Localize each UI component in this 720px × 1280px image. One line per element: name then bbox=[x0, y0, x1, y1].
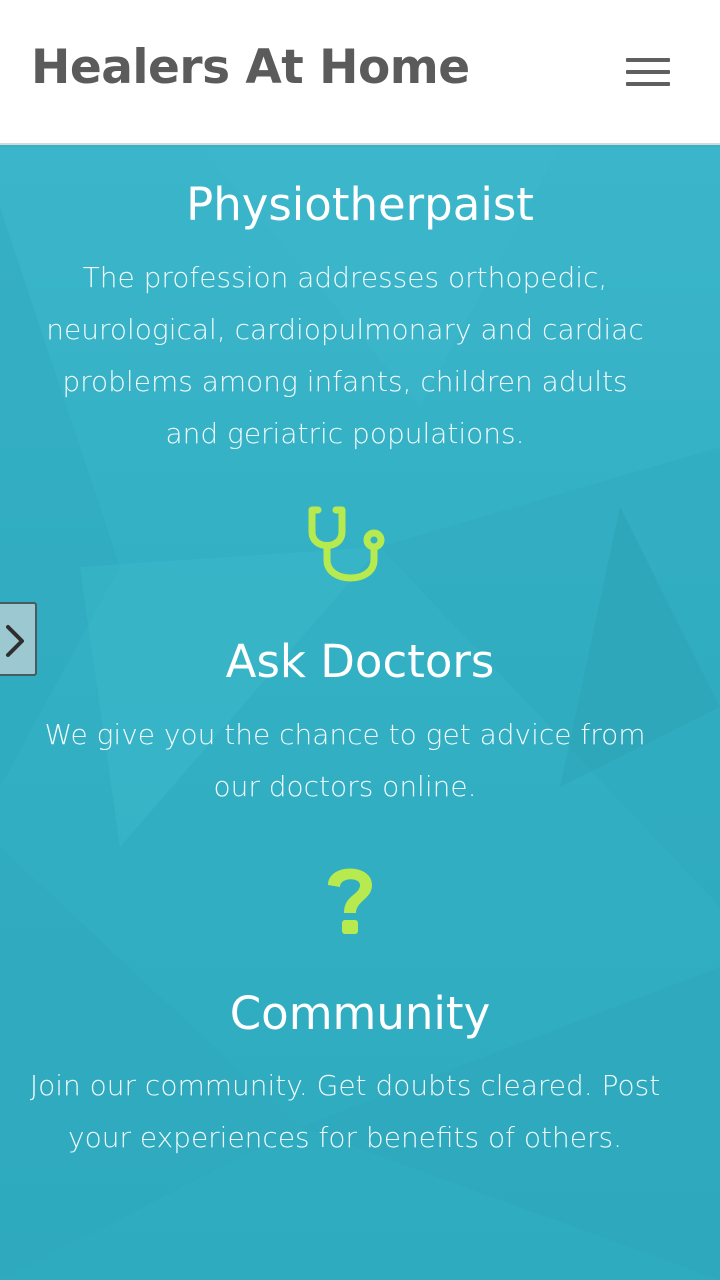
feature-title-physio: Physiotherpaist bbox=[186, 178, 534, 231]
top-nav-bar: Healers At Home bbox=[0, 0, 720, 145]
feature-title-community: Community bbox=[229, 987, 491, 1040]
feature-title-ask-doctors: Ask Doctors bbox=[225, 635, 495, 688]
feature-description-ask-doctors: We give you the chance to get advice fro… bbox=[44, 718, 646, 803]
side-panel-toggle-button[interactable] bbox=[0, 602, 37, 676]
menu-line bbox=[626, 70, 670, 74]
menu-line bbox=[626, 82, 670, 86]
features-section: Physiotherpaist The profession addresses… bbox=[0, 147, 720, 1280]
stethoscope-icon bbox=[300, 502, 390, 596]
chevron-right-icon bbox=[6, 625, 24, 657]
brand-title[interactable]: Healers At Home bbox=[31, 44, 470, 91]
hamburger-menu-icon[interactable] bbox=[622, 56, 672, 90]
menu-line bbox=[626, 58, 670, 62]
feature-description-physio: The profession addresses orthopedic, neu… bbox=[46, 261, 644, 450]
question-mark-icon bbox=[310, 855, 390, 949]
feature-description-community: Join our community. Get doubts cleared. … bbox=[29, 1069, 661, 1154]
